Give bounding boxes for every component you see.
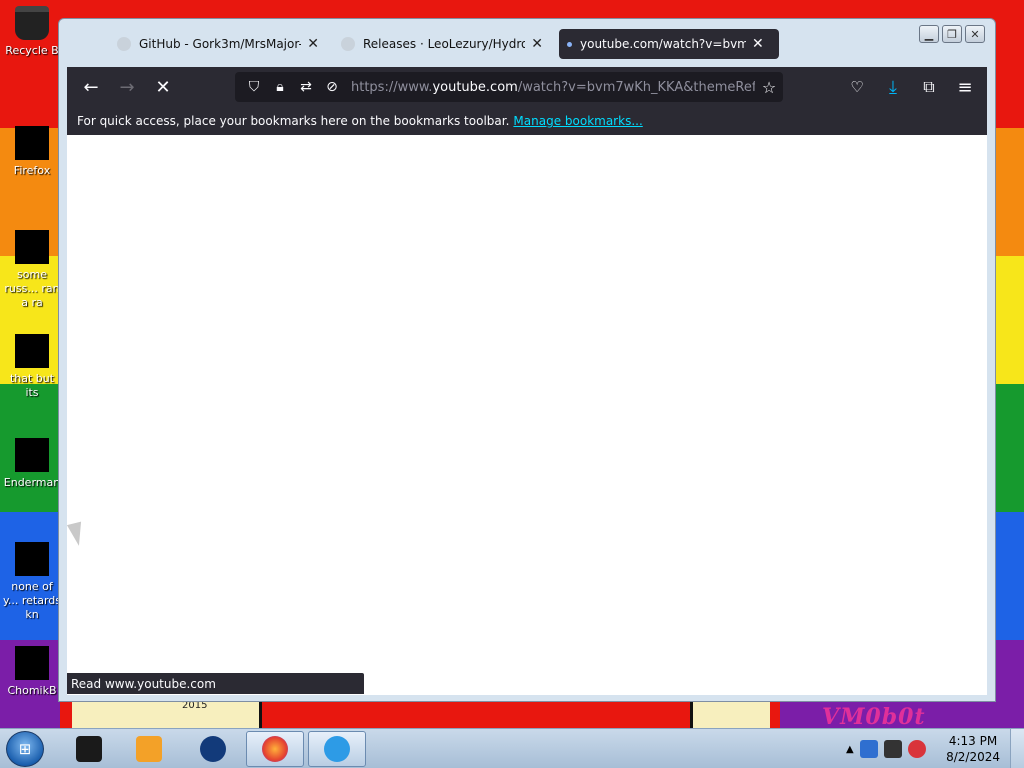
desktop-icon-that-but-its[interactable]: that but its [2, 334, 62, 400]
url-bar[interactable]: ⛉ 🔒︎ ⇄ ⊘ https://www.youtube.com/watch?v… [235, 72, 783, 102]
status-bar: Read www.youtube.com [67, 673, 364, 694]
desktop-icon-label: Firefox [13, 164, 51, 177]
file-icon [15, 646, 49, 680]
autoplay-blocked-icon[interactable]: ⊘ [319, 74, 345, 100]
firefox-icon [15, 126, 49, 160]
extensions-button[interactable]: ⧉ [913, 71, 945, 103]
tab-strip: GitHub - Gork3m/MrsMajor-3.0 ✕ Releases … [59, 19, 995, 67]
maximize-button[interactable]: ❐ [942, 25, 962, 43]
taskbar-item-media[interactable] [120, 731, 178, 767]
desktop-icon-firefox[interactable]: Firefox [2, 126, 62, 178]
recycle-bin-icon [15, 6, 49, 40]
taskbar-item-app3[interactable] [184, 731, 242, 767]
tab-github[interactable]: GitHub - Gork3m/MrsMajor-3.0 ✕ [109, 29, 327, 59]
desktop-icon-label: ChomikB [7, 684, 57, 697]
tray-app-icon[interactable] [859, 740, 878, 758]
minimize-button[interactable]: ▁ [919, 25, 939, 43]
clock-time: 4:13 PM [948, 734, 998, 748]
lock-icon[interactable]: 🔒︎ [267, 74, 293, 100]
stop-button[interactable]: ✕ [147, 71, 179, 103]
pocket-button[interactable]: ♡ [841, 71, 873, 103]
clock-date: 8/2/2024 [946, 750, 1000, 764]
file-icon [15, 334, 49, 368]
manage-bookmarks-link[interactable]: Manage bookmarks... [513, 114, 642, 128]
close-icon[interactable]: ✕ [752, 36, 764, 52]
taskbar-item-firefox[interactable] [246, 731, 304, 767]
forward-button[interactable]: → [111, 71, 143, 103]
desktop-icon-chomikb[interactable]: ChomikB [2, 646, 62, 698]
status-text: Read www.youtube.com [71, 676, 216, 691]
back-button[interactable]: ← [75, 71, 107, 103]
tab-title: youtube.com/watch?v=bvm7wKh_KKA [580, 37, 746, 51]
app-icon [76, 736, 102, 762]
file-icon [15, 542, 49, 576]
close-icon[interactable]: ✕ [531, 36, 543, 52]
shield-icon[interactable]: ⛉ [241, 74, 267, 100]
file-icon [15, 230, 49, 264]
desktop-icon-enderman[interactable]: Enderman [2, 438, 62, 490]
network-icon[interactable] [883, 740, 902, 758]
media-player-icon [136, 736, 162, 762]
wallpaper-text: VM0b0t [822, 704, 926, 730]
github-icon [117, 37, 131, 51]
page-content[interactable] [67, 135, 987, 695]
bookmarks-message: For quick access, place your bookmarks h… [77, 114, 510, 128]
tab-youtube[interactable]: youtube.com/watch?v=bvm7wKh_KKA ✕ [559, 29, 779, 59]
wallpaper-art: 2015 [60, 700, 780, 728]
menu-button[interactable]: ≡ [949, 71, 981, 103]
close-icon[interactable]: ✕ [307, 36, 319, 52]
tab-title: Releases · LeoLezury/Hydrogen [363, 37, 526, 51]
desktop-icon-label: Enderman [3, 476, 61, 489]
start-button[interactable]: ⊞ [6, 731, 44, 767]
browser-window: GitHub - Gork3m/MrsMajor-3.0 ✕ Releases … [58, 18, 996, 702]
window-controls: ▁ ❐ ✕ [919, 25, 985, 43]
tray-app-icon[interactable] [907, 740, 926, 758]
desktop-icon-label: some russ... ran a ra [4, 268, 60, 309]
toolbar-right: ♡ ⤓ ⧉ ≡ [841, 71, 981, 103]
taskbar-item-ie[interactable] [308, 731, 366, 767]
tab-releases[interactable]: Releases · LeoLezury/Hydrogen ✕ [333, 29, 551, 59]
taskbar: ⊞ ▲ 4:13 PM 8/2/2024 [0, 728, 1024, 768]
desktop-icon-none-of-y[interactable]: none of y... retards kn [2, 542, 62, 622]
url-text[interactable]: https://www.youtube.com/watch?v=bvm7wKh_… [351, 80, 755, 95]
desktop-icon-label: Recycle B [5, 44, 59, 57]
app-icon [200, 736, 226, 762]
desktop-icon-some-russ[interactable]: some russ... ran a ra [2, 230, 62, 310]
desktop-icon-recycle-bin[interactable]: Recycle B [2, 6, 62, 58]
desktop-icon-label: that but its [9, 372, 55, 399]
close-window-button[interactable]: ✕ [965, 25, 985, 43]
taskbar-item-app1[interactable] [60, 731, 118, 767]
loading-dot-icon [567, 41, 572, 47]
internet-explorer-icon [324, 736, 350, 762]
tab-title: GitHub - Gork3m/MrsMajor-3.0 [139, 37, 301, 51]
clock[interactable]: 4:13 PM 8/2/2024 [946, 733, 1000, 765]
show-desktop-button[interactable] [1010, 729, 1024, 768]
github-icon [341, 37, 355, 51]
downloads-button[interactable]: ⤓ [877, 71, 909, 103]
firefox-icon [262, 736, 288, 762]
shortcut-icon [15, 438, 49, 472]
desktop-icon-label: none of y... retards kn [2, 580, 62, 621]
bookmark-star-icon[interactable]: ☆ [755, 78, 783, 97]
permissions-icon[interactable]: ⇄ [293, 74, 319, 100]
nav-toolbar: ← → ✕ ⛉ 🔒︎ ⇄ ⊘ https://www.youtube.com/w… [67, 67, 987, 107]
bookmarks-toolbar: For quick access, place your bookmarks h… [67, 107, 987, 135]
show-hidden-icons-icon[interactable]: ▲ [846, 744, 854, 755]
